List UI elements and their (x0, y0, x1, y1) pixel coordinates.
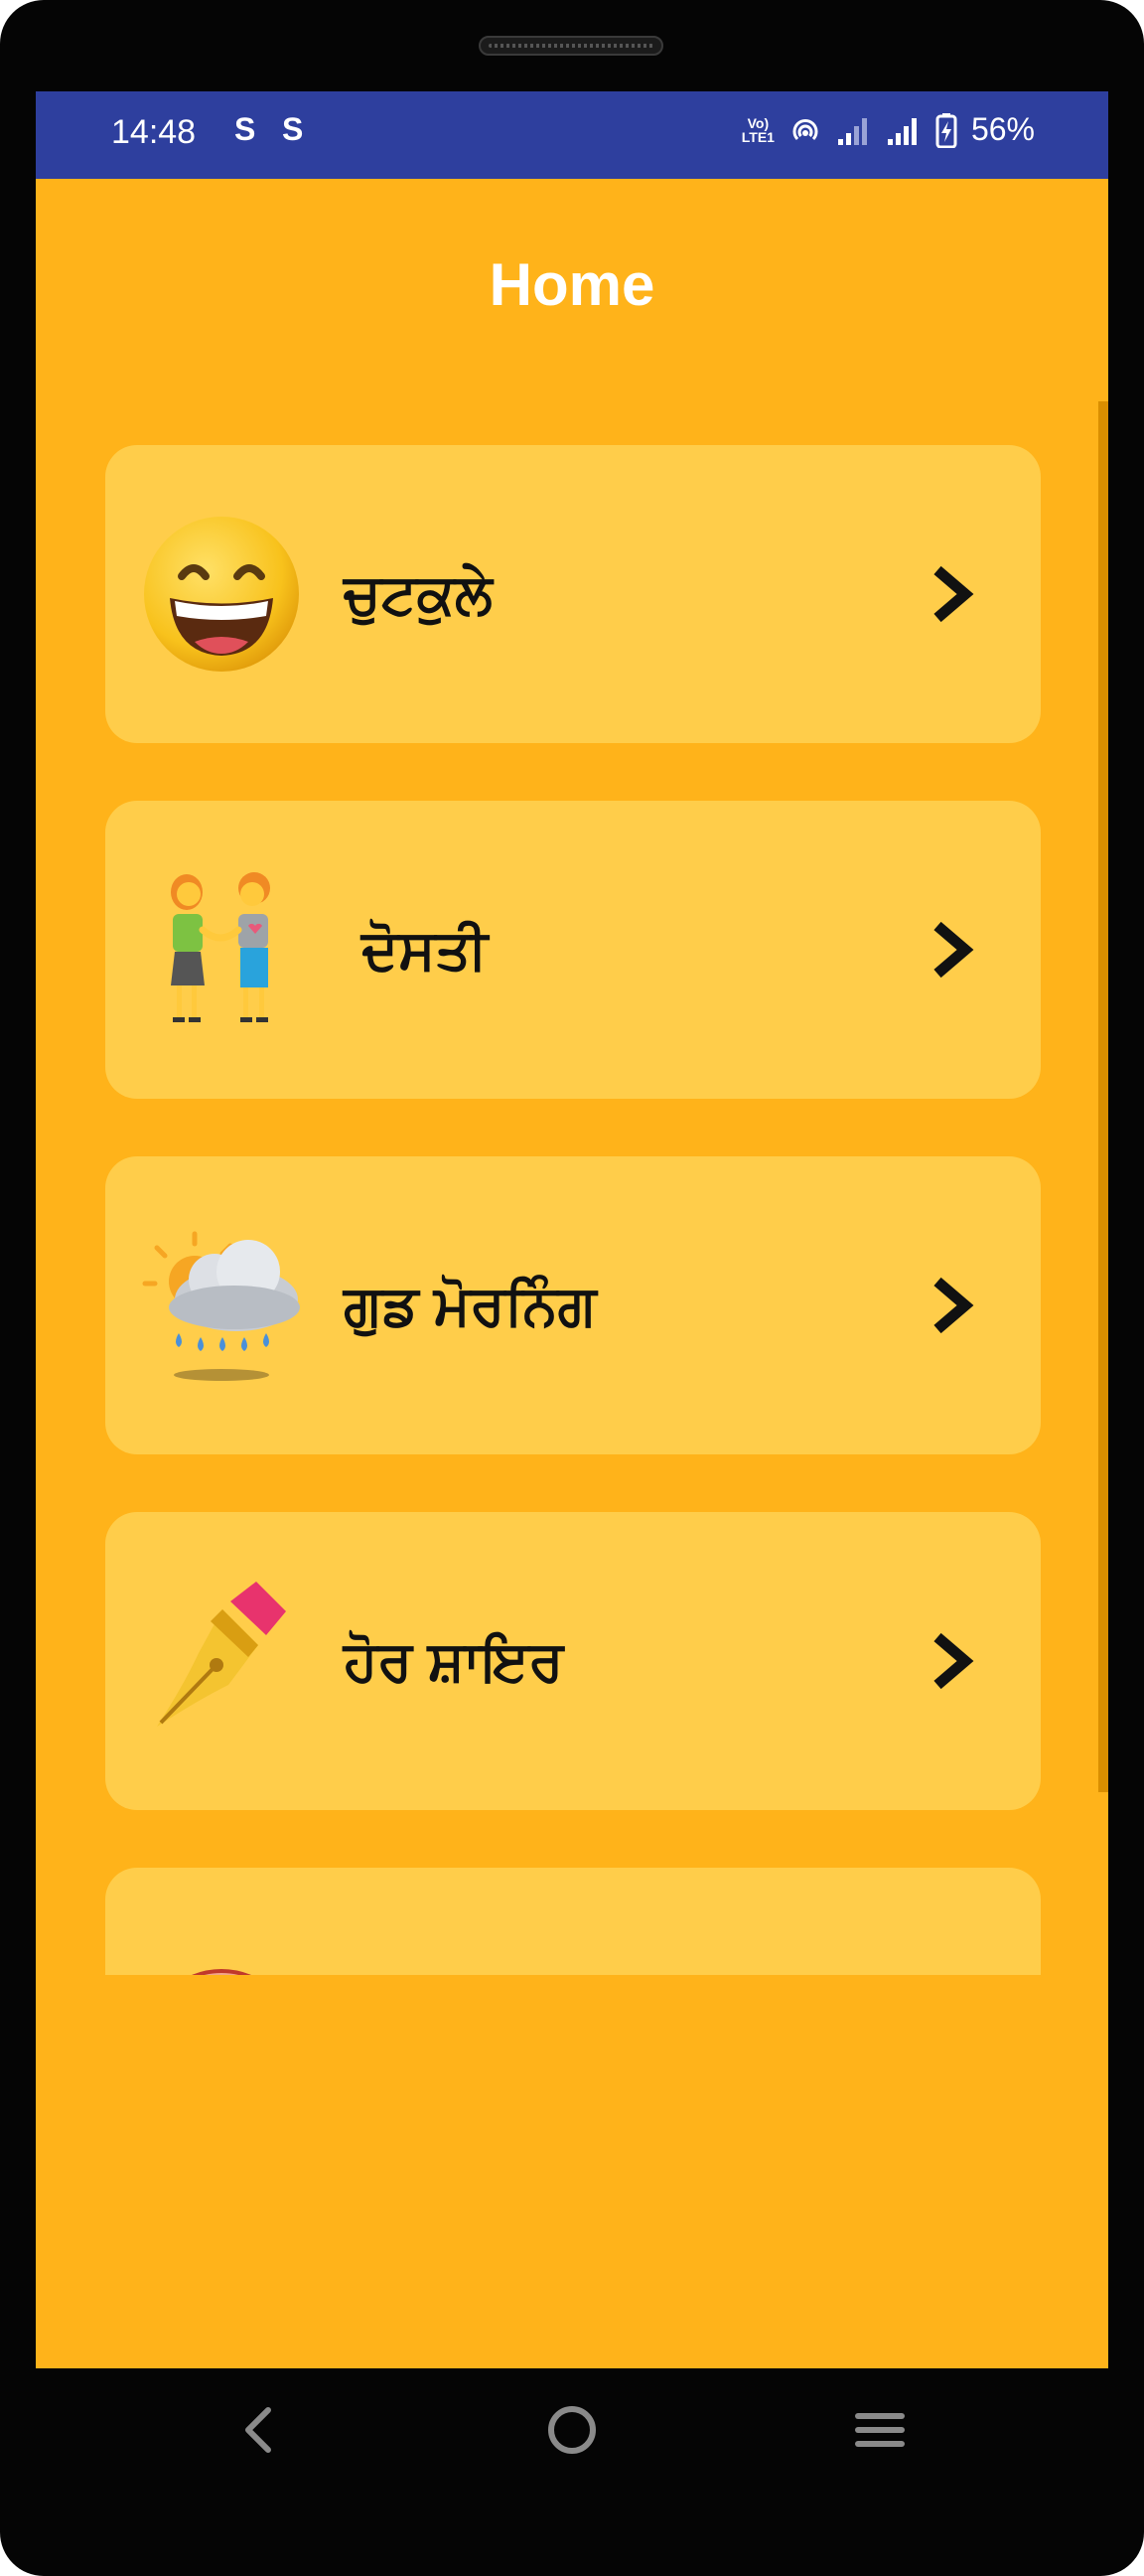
app-screen: 14:48 S S Vo) LTE1 56% Home ਚੁਟਕੁਲੇ ਦੋਸਤ… (36, 91, 1108, 2368)
status-bar: 14:48 S S Vo) LTE1 56% (36, 91, 1108, 179)
back-icon[interactable] (220, 2390, 300, 2470)
menu-item-more-poetry[interactable]: ਹੋਰ ਸ਼ਾਇਰ (105, 1512, 1041, 1810)
recent-apps-icon[interactable] (840, 2390, 920, 2470)
hotspot-icon (792, 118, 818, 140)
menu-item-label: ਚੁਟਕੁਲੇ (344, 562, 493, 625)
menu-list[interactable]: ਚੁਟਕੁਲੇ ਦੋਸਤੀ ਗੁਡ ਮੋਰਨਿੰਗ ਹੋਰ ਸ਼ਾਇਰ (36, 445, 1108, 1975)
chevron-right-icon (933, 565, 974, 623)
battery-charging-icon (935, 112, 957, 148)
menu-item-label: ਦੋਸਤੀ (361, 918, 489, 981)
home-icon[interactable] (532, 2390, 612, 2470)
menu-item-jokes[interactable]: ਚੁਟਕੁਲੇ (105, 445, 1041, 743)
page-title: Home (489, 251, 655, 318)
device-frame: 14:48 S S Vo) LTE1 56% Home ਚੁਟਕੁਲੇ ਦੋਸਤ… (0, 0, 1144, 2576)
partial-face-icon (192, 1969, 251, 1975)
navigation-bar (0, 2368, 1144, 2498)
menu-item-partial[interactable] (105, 1868, 1041, 1975)
notification-icon: S (282, 111, 304, 147)
chevron-right-icon (933, 1632, 974, 1690)
device-speaker (479, 36, 663, 56)
grinning-face-icon (144, 517, 299, 672)
status-time: 14:48 (111, 113, 197, 151)
scrollbar[interactable] (1098, 401, 1108, 1792)
volte-icon: Vo) LTE1 (741, 114, 775, 145)
notification-icon: S (234, 111, 256, 147)
menu-item-label: ਗੁਡ ਮੋਰਨਿੰਗ (344, 1274, 597, 1336)
two-women-holding-hands-icon (171, 872, 270, 1022)
signal-2-icon (887, 117, 917, 145)
sun-behind-rain-cloud-icon (142, 1231, 300, 1381)
chevron-right-icon (933, 921, 974, 979)
menu-item-good-morning[interactable]: ਗੁਡ ਮੋਰਨਿੰਗ (105, 1156, 1041, 1454)
signal-1-icon (837, 117, 867, 145)
battery-percent: 56% (970, 111, 1035, 147)
menu-item-label: ਹੋਰ ਸ਼ਾਇਰ (344, 1629, 564, 1692)
status-right-group: Vo) LTE1 56% (742, 111, 1035, 148)
chevron-right-icon (933, 1277, 974, 1334)
menu-item-friendship[interactable]: ਦੋਸਤੀ (105, 801, 1041, 1099)
fountain-pen-icon (157, 1582, 286, 1727)
